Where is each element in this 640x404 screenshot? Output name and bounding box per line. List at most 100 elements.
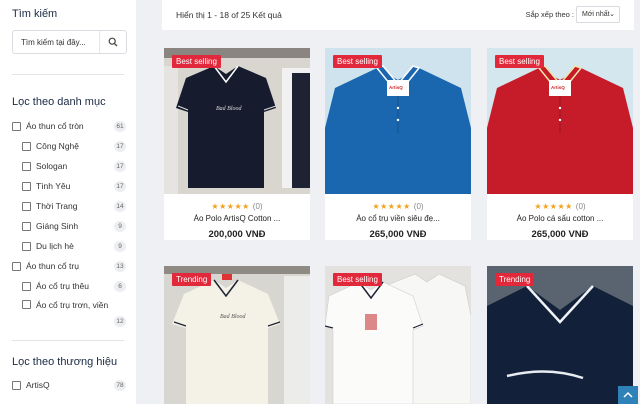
category-label: Áo thun cổ tròn	[26, 121, 84, 131]
category-item[interactable]: Áo cổ trụ trơn, viền 12	[12, 296, 126, 327]
checkbox[interactable]	[12, 380, 21, 390]
rating-count: (0)	[252, 202, 263, 211]
product-photo	[487, 266, 633, 404]
product-badge: Trending	[172, 273, 212, 286]
category-item[interactable]: Sologan 17	[12, 156, 126, 176]
product-image[interactable]: Bad Blood Best selling	[164, 48, 310, 194]
star-icons: ★★★★★	[211, 202, 250, 211]
category-label: Tình Yêu	[36, 181, 71, 191]
sort-value: Mới nhất	[582, 11, 610, 18]
svg-text:ArtisQ: ArtisQ	[389, 85, 403, 90]
scroll-top-button[interactable]	[618, 386, 638, 404]
sort-label: Sắp xếp theo :	[525, 10, 574, 19]
svg-text:Bad Blood: Bad Blood	[216, 106, 242, 112]
product-name[interactable]: Áo cổ trụ viền siêu đẹ...	[325, 214, 471, 223]
results-toolbar: Hiển thị 1 - 18 of 25 Kết quả Sắp xếp th…	[162, 0, 634, 30]
category-item[interactable]: Thời Trang 14	[12, 196, 126, 216]
brand-list: ArtisQ 78	[12, 375, 126, 395]
rating-stars: ★★★★★ (0)	[325, 202, 471, 211]
brand-item[interactable]: ArtisQ 78	[12, 375, 126, 395]
checkbox[interactable]	[12, 261, 21, 271]
category-item[interactable]: Áo cổ trụ thêu 6	[12, 276, 126, 296]
checkbox[interactable]	[22, 201, 31, 211]
count-badge: 17	[114, 161, 126, 172]
product-name[interactable]: Áo Polo ArtisQ Cotton ...	[164, 214, 310, 223]
checkbox[interactable]	[22, 221, 31, 231]
divider	[12, 74, 124, 75]
search-input[interactable]	[13, 37, 99, 47]
category-item[interactable]: Công Nghệ 17	[12, 136, 126, 156]
product-image[interactable]: ArtisQ Best selling	[325, 48, 471, 194]
product-photo	[325, 266, 471, 404]
category-label: Công Nghệ	[36, 141, 80, 151]
search-icon	[108, 37, 118, 47]
brand-filter-title: Lọc theo thương hiệu	[12, 356, 118, 368]
svg-text:Bad Blood: Bad Blood	[220, 314, 246, 320]
rating-stars: ★★★★★ (0)	[487, 202, 633, 211]
product-price: 265,000 VNĐ	[531, 229, 589, 240]
arrow-up-icon	[623, 391, 633, 398]
category-item[interactable]: Giáng Sinh 9	[12, 216, 126, 236]
sort-select[interactable]: Mới nhất ⌄	[576, 6, 620, 23]
product-photo: Bad Blood	[164, 48, 310, 194]
rating-stars: ★★★★★ (0)	[164, 202, 310, 211]
category-label: Thời Trang	[36, 201, 78, 211]
product-card[interactable]: ArtisQ Best selling ★★★★★ (0) Áo cổ trụ v…	[325, 48, 471, 240]
category-list: Áo thun cổ tròn 61 Công Nghệ 17 Sologan 17 …	[12, 116, 126, 327]
checkbox[interactable]	[22, 141, 31, 151]
product-badge: Best selling	[172, 55, 221, 68]
category-label: Áo cổ trụ thêu	[36, 281, 89, 291]
product-badge: Trending	[495, 273, 535, 286]
product-image[interactable]: ArtisQ Best selling	[487, 48, 633, 194]
product-price: 265,000 VNĐ	[369, 229, 427, 240]
category-item[interactable]: Áo thun cổ tròn 61	[12, 116, 126, 136]
product-card[interactable]: Trending	[487, 266, 633, 404]
rating-count: (0)	[413, 202, 424, 211]
star-icons: ★★★★★	[372, 202, 411, 211]
category-label: Áo thun cổ trụ	[26, 261, 79, 271]
search-box	[12, 30, 127, 54]
category-label: Sologan	[36, 161, 68, 171]
category-item[interactable]: Du lịch hè 9	[12, 236, 126, 256]
search-button[interactable]	[99, 31, 126, 53]
product-image[interactable]: Trending	[487, 266, 633, 404]
rating-count: (0)	[575, 202, 586, 211]
checkbox[interactable]	[22, 181, 31, 191]
count-badge: 6	[114, 281, 126, 292]
product-card[interactable]: Bad Blood Trending	[164, 266, 310, 404]
count-badge: 13	[114, 261, 126, 272]
category-label: Áo cổ trụ trơn, viền	[36, 300, 109, 310]
chevron-down-icon: ⌄	[609, 11, 615, 18]
product-photo: Bad Blood	[164, 266, 310, 404]
results-count: Hiển thị 1 - 18 of 25 Kết quả	[176, 10, 282, 20]
count-badge: 78	[114, 380, 126, 391]
category-filter-title: Lọc theo danh mục	[12, 96, 106, 108]
category-item[interactable]: Áo thun cổ trụ 13	[12, 256, 126, 276]
count-badge: 12	[114, 316, 126, 327]
checkbox[interactable]	[22, 281, 31, 291]
product-name[interactable]: Áo Polo cá sấu cotton ...	[487, 214, 633, 223]
product-image[interactable]: Best selling	[325, 266, 471, 404]
svg-text:ArtisQ: ArtisQ	[551, 85, 565, 90]
category-item[interactable]: Tình Yêu 17	[12, 176, 126, 196]
product-card[interactable]: ArtisQ Best selling ★★★★★ (0) Áo Polo cá …	[487, 48, 633, 240]
count-badge: 9	[114, 241, 126, 252]
count-badge: 9	[114, 221, 126, 232]
product-image[interactable]: Bad Blood Trending	[164, 266, 310, 404]
count-badge: 14	[114, 201, 126, 212]
product-card[interactable]: Bad Blood Best selling ★★★★★ (0) Áo Polo …	[164, 48, 310, 240]
category-label: Du lịch hè	[36, 241, 74, 251]
search-title: Tìm kiếm	[12, 8, 58, 20]
product-badge: Best selling	[333, 273, 382, 286]
checkbox[interactable]	[22, 300, 31, 309]
product-badge: Best selling	[495, 55, 544, 68]
checkbox[interactable]	[22, 241, 31, 251]
count-badge: 17	[114, 141, 126, 152]
product-photo: ArtisQ	[325, 48, 471, 194]
product-card[interactable]: Best selling	[325, 266, 471, 404]
checkbox[interactable]	[12, 121, 21, 131]
checkbox[interactable]	[22, 161, 31, 171]
product-badge: Best selling	[333, 55, 382, 68]
brand-label: ArtisQ	[26, 380, 50, 390]
sidebar: Tìm kiếm Lọc theo danh mục Áo thun cổ tr…	[0, 0, 136, 404]
